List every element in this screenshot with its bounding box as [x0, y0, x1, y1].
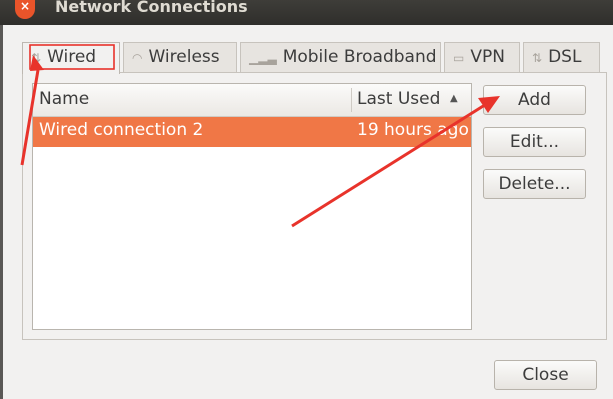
tab-label: Wireless: [148, 47, 220, 67]
window-border: [0, 25, 3, 399]
tab-wireless[interactable]: ◠ Wireless: [123, 42, 237, 72]
edit-button[interactable]: Edit...: [483, 127, 586, 157]
column-divider: [351, 88, 352, 112]
wired-icon: ⇅: [31, 51, 42, 65]
tab-wired[interactable]: ⇅ Wired: [22, 42, 120, 74]
title-bar: × Network Connections: [0, 0, 613, 25]
column-header-name[interactable]: Name: [39, 89, 89, 109]
signal-icon: ▁▂▃: [249, 51, 277, 65]
table-header: Name Last Used ▲: [33, 84, 471, 117]
tab-mobile-broadband[interactable]: ▁▂▃ Mobile Broadband: [240, 42, 441, 72]
tab-label: VPN: [470, 47, 505, 67]
connection-last-used: 19 hours ago: [357, 120, 469, 140]
connection-name: Wired connection 2: [39, 120, 204, 140]
dsl-icon: ⇅: [532, 51, 543, 65]
tab-dsl[interactable]: ⇅ DSL: [523, 42, 600, 72]
delete-button[interactable]: Delete...: [483, 169, 586, 199]
table-row[interactable]: Wired connection 2 19 hours ago: [33, 117, 471, 147]
tab-bar: ⇅ Wired ◠ Wireless ▁▂▃ Mobile Broadband ▭ VP…: [22, 42, 600, 74]
wifi-icon: ◠: [132, 51, 143, 65]
tab-vpn[interactable]: ▭ VPN: [444, 42, 520, 72]
add-button[interactable]: Add: [483, 85, 586, 115]
connections-table: Name Last Used ▲ Wired connection 2 19 h…: [32, 83, 472, 330]
sort-ascending-icon: ▲: [450, 93, 458, 104]
tab-label: Mobile Broadband: [282, 47, 437, 67]
window-close-button[interactable]: ×: [15, 0, 35, 19]
tab-label: Wired: [47, 47, 97, 67]
column-header-last-used[interactable]: Last Used: [357, 89, 440, 109]
close-button[interactable]: Close: [494, 360, 597, 390]
lock-icon: ▭: [453, 51, 465, 65]
tab-label: DSL: [548, 47, 582, 67]
window-title: Network Connections: [55, 0, 248, 16]
